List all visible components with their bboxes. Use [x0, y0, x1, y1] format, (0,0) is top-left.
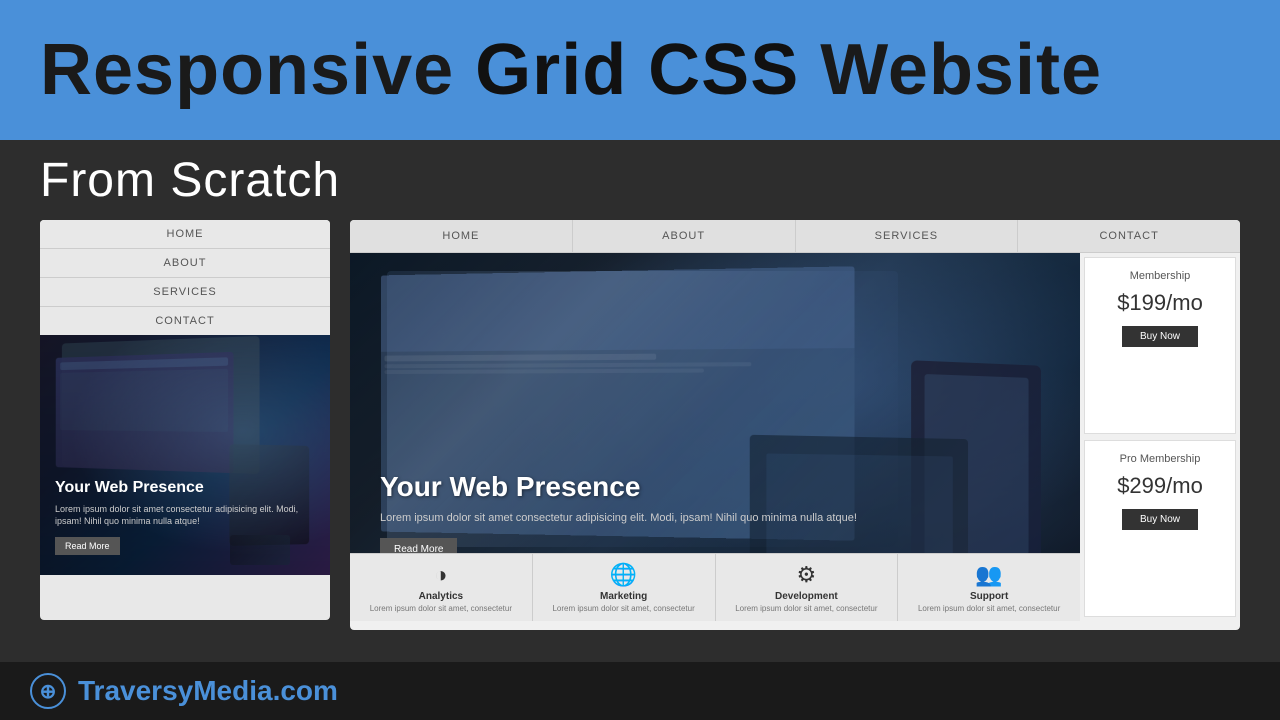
desktop-nav-home[interactable]: HOME [350, 220, 573, 252]
subtitle: From Scratch [40, 153, 340, 208]
mobile-nav-services[interactable]: SERVICES [40, 278, 330, 307]
pricing-pro-amount: $299/mo [1097, 473, 1223, 499]
mobile-nav-about[interactable]: ABOUT [40, 249, 330, 278]
desktop-nav-contact[interactable]: CONTACT [1018, 220, 1240, 252]
pricing-pro-title: Pro Membership [1097, 453, 1223, 465]
marketing-icon: 🌐 [539, 562, 709, 588]
pricing-basic-btn[interactable]: Buy Now [1122, 326, 1198, 347]
desktop-hero-title: Your Web Presence [380, 471, 1050, 503]
mobile-nav-home[interactable]: HOME [40, 220, 330, 249]
mobile-hero-title: Your Web Presence [55, 479, 315, 497]
desktop-nav-about[interactable]: ABOUT [573, 220, 796, 252]
pricing-basic-title: Membership [1097, 270, 1223, 282]
brand-name-bold: Media [193, 675, 272, 706]
brand-logo-circle: ⊕ [30, 673, 66, 709]
marketing-name: Marketing [539, 591, 709, 602]
mobile-hero-desc: Lorem ipsum dolor sit amet consectetur a… [55, 503, 315, 528]
subtitle-row: From Scratch [0, 140, 1280, 220]
brand-domain: .com [273, 675, 338, 706]
desktop-nav: HOME ABOUT SERVICES CONTACT [350, 220, 1240, 253]
mobile-nav-contact[interactable]: CONTACT [40, 307, 330, 335]
title-bold: Grid CSS [475, 30, 799, 110]
support-name: Support [904, 591, 1074, 602]
pricing-pro-btn[interactable]: Buy Now [1122, 509, 1198, 530]
analytics-desc: Lorem ipsum dolor sit amet, consectetur [356, 604, 526, 613]
mobile-nav: HOME ABOUT SERVICES CONTACT [40, 220, 330, 335]
feature-support: 👥 Support Lorem ipsum dolor sit amet, co… [898, 554, 1080, 621]
feature-development: ⚙ Development Lorem ipsum dolor sit amet… [716, 554, 899, 621]
top-banner: Responsive Grid CSS Website [0, 0, 1280, 140]
title-rest: Website [799, 30, 1102, 110]
feature-marketing: 🌐 Marketing Lorem ipsum dolor sit amet, … [533, 554, 716, 621]
desktop-preview: HOME ABOUT SERVICES CONTACT [350, 220, 1240, 630]
pricing-card-pro: Pro Membership $299/mo Buy Now [1084, 440, 1236, 617]
main-title: Responsive Grid CSS Website [40, 29, 1102, 111]
pricing-card-basic: Membership $199/mo Buy Now [1084, 257, 1236, 434]
logo-icon: ⊕ [40, 679, 57, 704]
mobile-preview: HOME ABOUT SERVICES CONTACT Your Web Pre… [40, 220, 330, 620]
bottom-bar: ⊕ TraversyMedia.com [0, 662, 1280, 720]
desktop-hero-desc: Lorem ipsum dolor sit amet consectetur a… [380, 511, 1050, 526]
desktop-hero: Your Web Presence Lorem ipsum dolor sit … [350, 253, 1080, 621]
mobile-read-more-button[interactable]: Read More [55, 537, 120, 555]
desktop-features: ◑ Analytics Lorem ipsum dolor sit amet, … [350, 553, 1080, 621]
brand-text: TraversyMedia.com [78, 675, 338, 707]
feature-analytics: ◑ Analytics Lorem ipsum dolor sit amet, … [350, 554, 533, 621]
analytics-icon: ◑ [356, 562, 526, 588]
desktop-nav-services[interactable]: SERVICES [796, 220, 1019, 252]
support-desc: Lorem ipsum dolor sit amet, consectetur [904, 604, 1074, 613]
desktop-sidebar: Membership $199/mo Buy Now Pro Membershi… [1080, 253, 1240, 621]
support-icon: 👥 [904, 562, 1074, 588]
analytics-name: Analytics [356, 591, 526, 602]
title-regular: Responsive [40, 30, 475, 110]
mobile-hero: Your Web Presence Lorem ipsum dolor sit … [40, 335, 330, 575]
development-icon: ⚙ [722, 562, 892, 588]
development-desc: Lorem ipsum dolor sit amet, consectetur [722, 604, 892, 613]
preview-area: HOME ABOUT SERVICES CONTACT Your Web Pre… [0, 220, 1280, 660]
brand-name-regular: Traversy [78, 675, 193, 706]
desktop-main: Your Web Presence Lorem ipsum dolor sit … [350, 253, 1240, 621]
mobile-hero-content: Your Web Presence Lorem ipsum dolor sit … [55, 479, 315, 555]
marketing-desc: Lorem ipsum dolor sit amet, consectetur [539, 604, 709, 613]
pricing-basic-amount: $199/mo [1097, 290, 1223, 316]
development-name: Development [722, 591, 892, 602]
desktop-hero-content: Your Web Presence Lorem ipsum dolor sit … [380, 471, 1050, 561]
